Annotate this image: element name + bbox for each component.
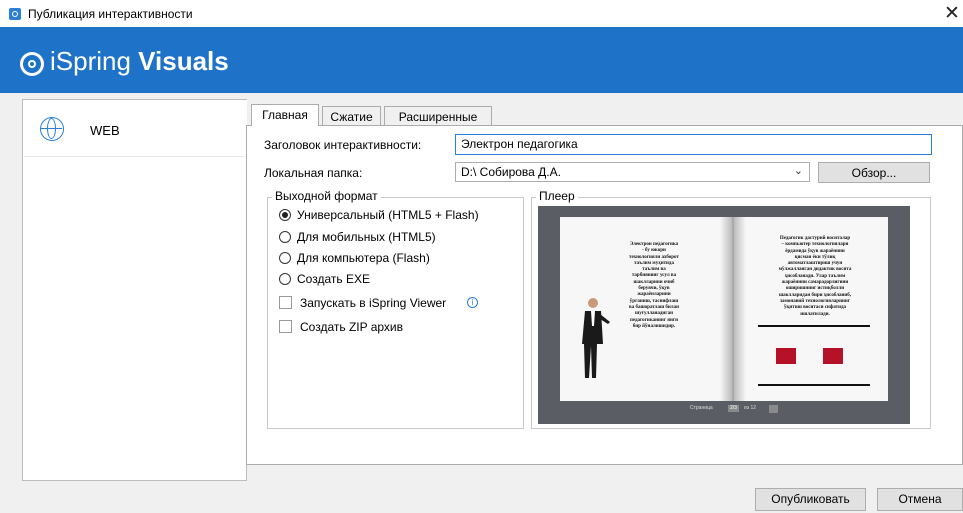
pager-menu-icon[interactable] — [769, 405, 778, 413]
title-bar: Публикация интерактивности ✕ — [0, 0, 963, 27]
globe-icon — [40, 117, 64, 141]
radio-desktop-label: Для компьютера (Flash) — [297, 251, 430, 265]
radio-desktop[interactable] — [279, 252, 291, 264]
app-icon — [9, 8, 21, 20]
left-page-text: Электрон педагогика - бу юкори технологи… — [629, 242, 679, 329]
radio-universal-label: Универсальный (HTML5 + Flash) — [297, 208, 479, 222]
brand-bold: Visuals — [138, 46, 229, 76]
cancel-button[interactable]: Отмена — [877, 488, 963, 511]
checkbox-ispring-viewer-label: Запускать в iSpring Viewer — [300, 296, 447, 310]
page-divider-bottom — [758, 384, 870, 386]
folder-label: Локальная папка: — [264, 166, 363, 180]
title-input[interactable]: Электрон педагогика — [455, 134, 932, 155]
tab-compression[interactable]: Сжатие — [322, 106, 381, 125]
checkbox-zip[interactable] — [279, 320, 292, 333]
radio-exe-label: Создать EXE — [297, 272, 370, 286]
output-format-title: Выходной формат — [272, 189, 381, 203]
presenter-figure — [582, 298, 610, 378]
tab-main[interactable]: Главная — [251, 104, 319, 126]
tab-advanced[interactable]: Расширенные — [384, 106, 492, 125]
radio-mobile-label: Для мобильных (HTML5) — [297, 230, 436, 244]
close-icon[interactable]: ✕ — [944, 2, 960, 24]
info-icon[interactable]: i — [467, 297, 478, 308]
pager-label: Страница — [690, 405, 713, 411]
flash-logo-icon — [823, 348, 843, 364]
chevron-down-icon: ⌄ — [793, 165, 803, 177]
radio-mobile[interactable] — [279, 231, 291, 243]
pager-of: из 12 — [744, 405, 757, 411]
folder-value: D:\ Собирова Д.А. — [461, 165, 561, 179]
sidebar-item-label: WEB — [90, 123, 120, 138]
brand-title: iSpring Visuals — [50, 46, 229, 77]
window-title: Публикация интерактивности — [28, 7, 193, 21]
checkbox-zip-label: Создать ZIP архив — [300, 320, 404, 334]
ispring-logo-icon — [20, 52, 44, 76]
browse-button[interactable]: Обзор... — [818, 162, 930, 183]
radio-universal[interactable] — [279, 209, 291, 221]
title-label: Заголовок интерактивности: — [264, 138, 422, 152]
book-spine — [720, 217, 746, 401]
radio-exe[interactable] — [279, 273, 291, 285]
player-title: Плеер — [536, 189, 578, 203]
publish-button[interactable]: Опубликовать — [755, 488, 866, 511]
brand-prefix: iSpring — [50, 46, 139, 76]
folder-select[interactable]: D:\ Собирова Д.А. ⌄ — [455, 162, 810, 182]
checkbox-ispring-viewer[interactable] — [279, 296, 292, 309]
right-page-text: Педагогик дастурий воситалар – компьютер… — [778, 236, 852, 317]
flash-logo-icon — [776, 348, 796, 364]
pager-page[interactable]: 2/3 — [728, 405, 739, 412]
page-divider-top — [758, 325, 870, 327]
